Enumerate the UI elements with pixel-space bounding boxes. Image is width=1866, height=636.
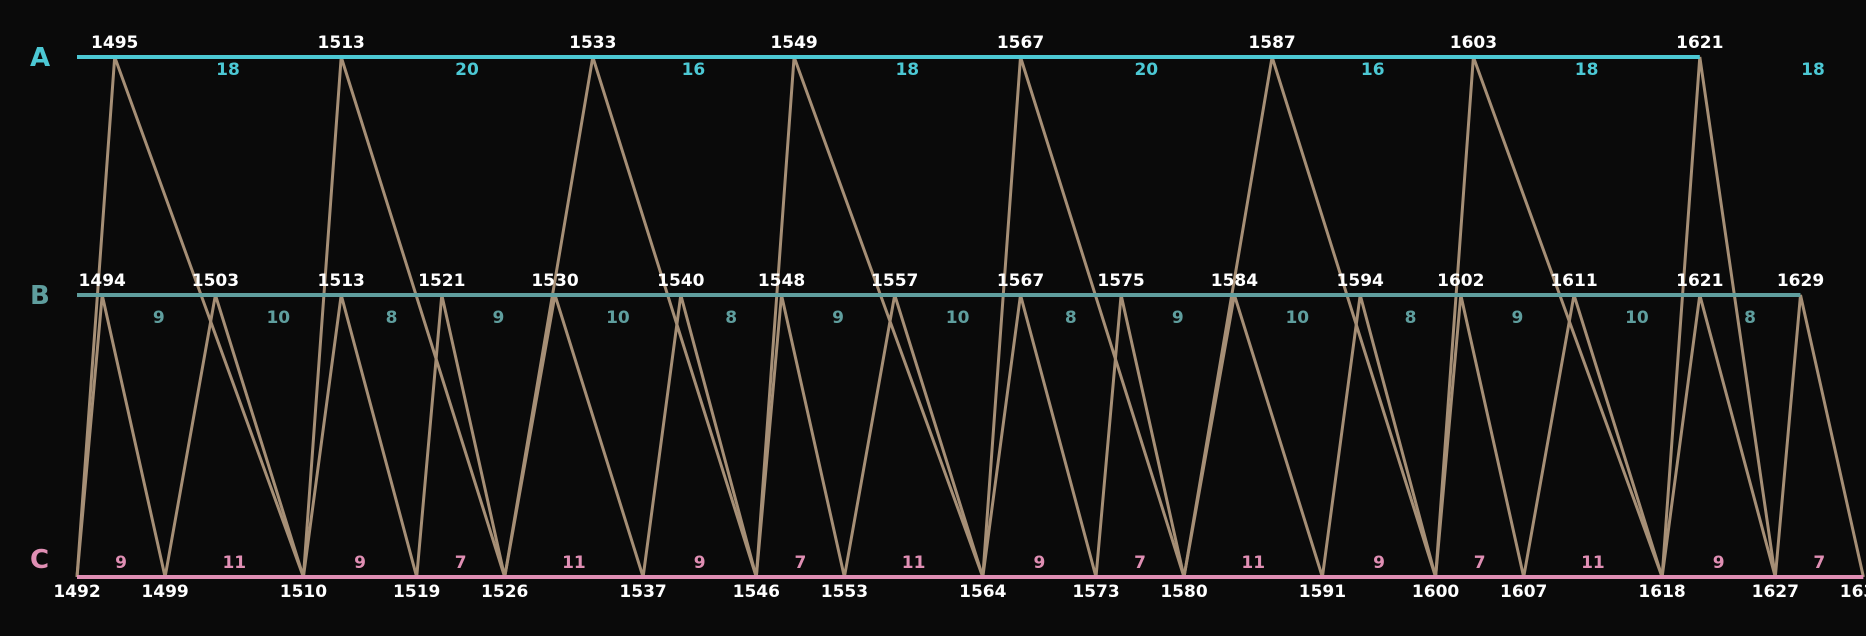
gap-label: 7 — [1474, 553, 1486, 573]
year-label: 1600 — [1412, 582, 1459, 602]
year-label: 1499 — [141, 582, 188, 602]
year-label: 1503 — [192, 271, 239, 291]
year-label: 1584 — [1211, 271, 1258, 291]
gap-label: 11 — [1581, 553, 1605, 573]
gap-label: 11 — [222, 553, 246, 573]
gap-label: 10 — [266, 308, 290, 328]
year-label: 1621 — [1676, 271, 1723, 291]
gap-label: 8 — [1744, 308, 1756, 328]
year-label: 1526 — [481, 582, 528, 602]
year-label: 1533 — [569, 33, 616, 53]
year-label: 1602 — [1437, 271, 1484, 291]
year-label: 1580 — [1160, 582, 1207, 602]
year-label: 1629 — [1777, 271, 1824, 291]
gap-label: 11 — [1241, 553, 1265, 573]
row-label-b: B — [30, 281, 50, 311]
year-label: 1510 — [280, 582, 327, 602]
year-label: 1564 — [959, 582, 1006, 602]
gap-label: 9 — [694, 553, 706, 573]
year-label: 1587 — [1248, 33, 1295, 53]
year-label: 1621 — [1676, 33, 1723, 53]
gap-label: 7 — [455, 553, 467, 573]
gap-label: 9 — [1172, 308, 1184, 328]
year-label: 1530 — [531, 271, 578, 291]
year-label: 1546 — [733, 582, 780, 602]
gap-label: 10 — [1625, 308, 1649, 328]
year-label: 1607 — [1500, 582, 1547, 602]
gap-label: 18 — [216, 60, 240, 80]
year-label: 1521 — [418, 271, 465, 291]
year-label: 1611 — [1550, 271, 1597, 291]
gap-label: 16 — [1361, 60, 1385, 80]
gap-label: 8 — [386, 308, 398, 328]
gap-label: 11 — [562, 553, 586, 573]
gap-label: 9 — [1713, 553, 1725, 573]
year-cycle-diagram: 18 20 16 18 20 16 18 189 10 8 9 10 8 9 10 8 9 10 8 9 10 89 11 9… — [0, 0, 1866, 636]
gap-label: 9 — [492, 308, 504, 328]
gap-label: 8 — [1065, 308, 1077, 328]
row-label-a: A — [30, 43, 50, 73]
year-label: 1618 — [1638, 582, 1685, 602]
gap-label: 8 — [725, 308, 737, 328]
year-label: 1557 — [871, 271, 918, 291]
gap-label: 7 — [1813, 553, 1825, 573]
year-label: 1549 — [770, 33, 817, 53]
year-label: 1567 — [997, 33, 1044, 53]
gap-label: 18 — [1575, 60, 1599, 80]
year-label: 1553 — [821, 582, 868, 602]
year-label: 1494 — [79, 271, 126, 291]
year-label: 1513 — [318, 33, 365, 53]
year-label: 1603 — [1450, 33, 1497, 53]
gap-label: 16 — [682, 60, 706, 80]
gap-label: 9 — [1033, 553, 1045, 573]
gap-label: 10 — [1285, 308, 1309, 328]
gap-label: 9 — [115, 553, 127, 573]
gap-label: 7 — [1134, 553, 1146, 573]
year-label: 1591 — [1299, 582, 1346, 602]
gap-label: 8 — [1405, 308, 1417, 328]
gap-label: 18 — [1801, 60, 1825, 80]
gap-label: 20 — [455, 60, 479, 80]
gap-label: 9 — [153, 308, 165, 328]
year-label: 1573 — [1072, 582, 1119, 602]
year-label: 1519 — [393, 582, 440, 602]
row-label-c: C — [30, 545, 49, 575]
year-label: 1492 — [53, 582, 100, 602]
gap-label: 11 — [902, 553, 926, 573]
gap-label: 18 — [895, 60, 919, 80]
gap-label: 10 — [946, 308, 970, 328]
year-label: 1594 — [1337, 271, 1384, 291]
gap-label: 9 — [832, 308, 844, 328]
gap-label: 10 — [606, 308, 630, 328]
year-label: 1540 — [657, 271, 704, 291]
gap-label: 9 — [1373, 553, 1385, 573]
year-label: 1495 — [91, 33, 138, 53]
year-label: 1548 — [758, 271, 805, 291]
year-label: 1627 — [1752, 582, 1799, 602]
gap-label: 20 — [1134, 60, 1158, 80]
gap-label: 9 — [1511, 308, 1523, 328]
gap-label: 9 — [354, 553, 366, 573]
year-label: 1567 — [997, 271, 1044, 291]
year-label: 1537 — [619, 582, 666, 602]
gap-label: 7 — [794, 553, 806, 573]
year-label: 1575 — [1097, 271, 1144, 291]
year-label: 1513 — [318, 271, 365, 291]
year-label: 1634 — [1840, 582, 1866, 602]
